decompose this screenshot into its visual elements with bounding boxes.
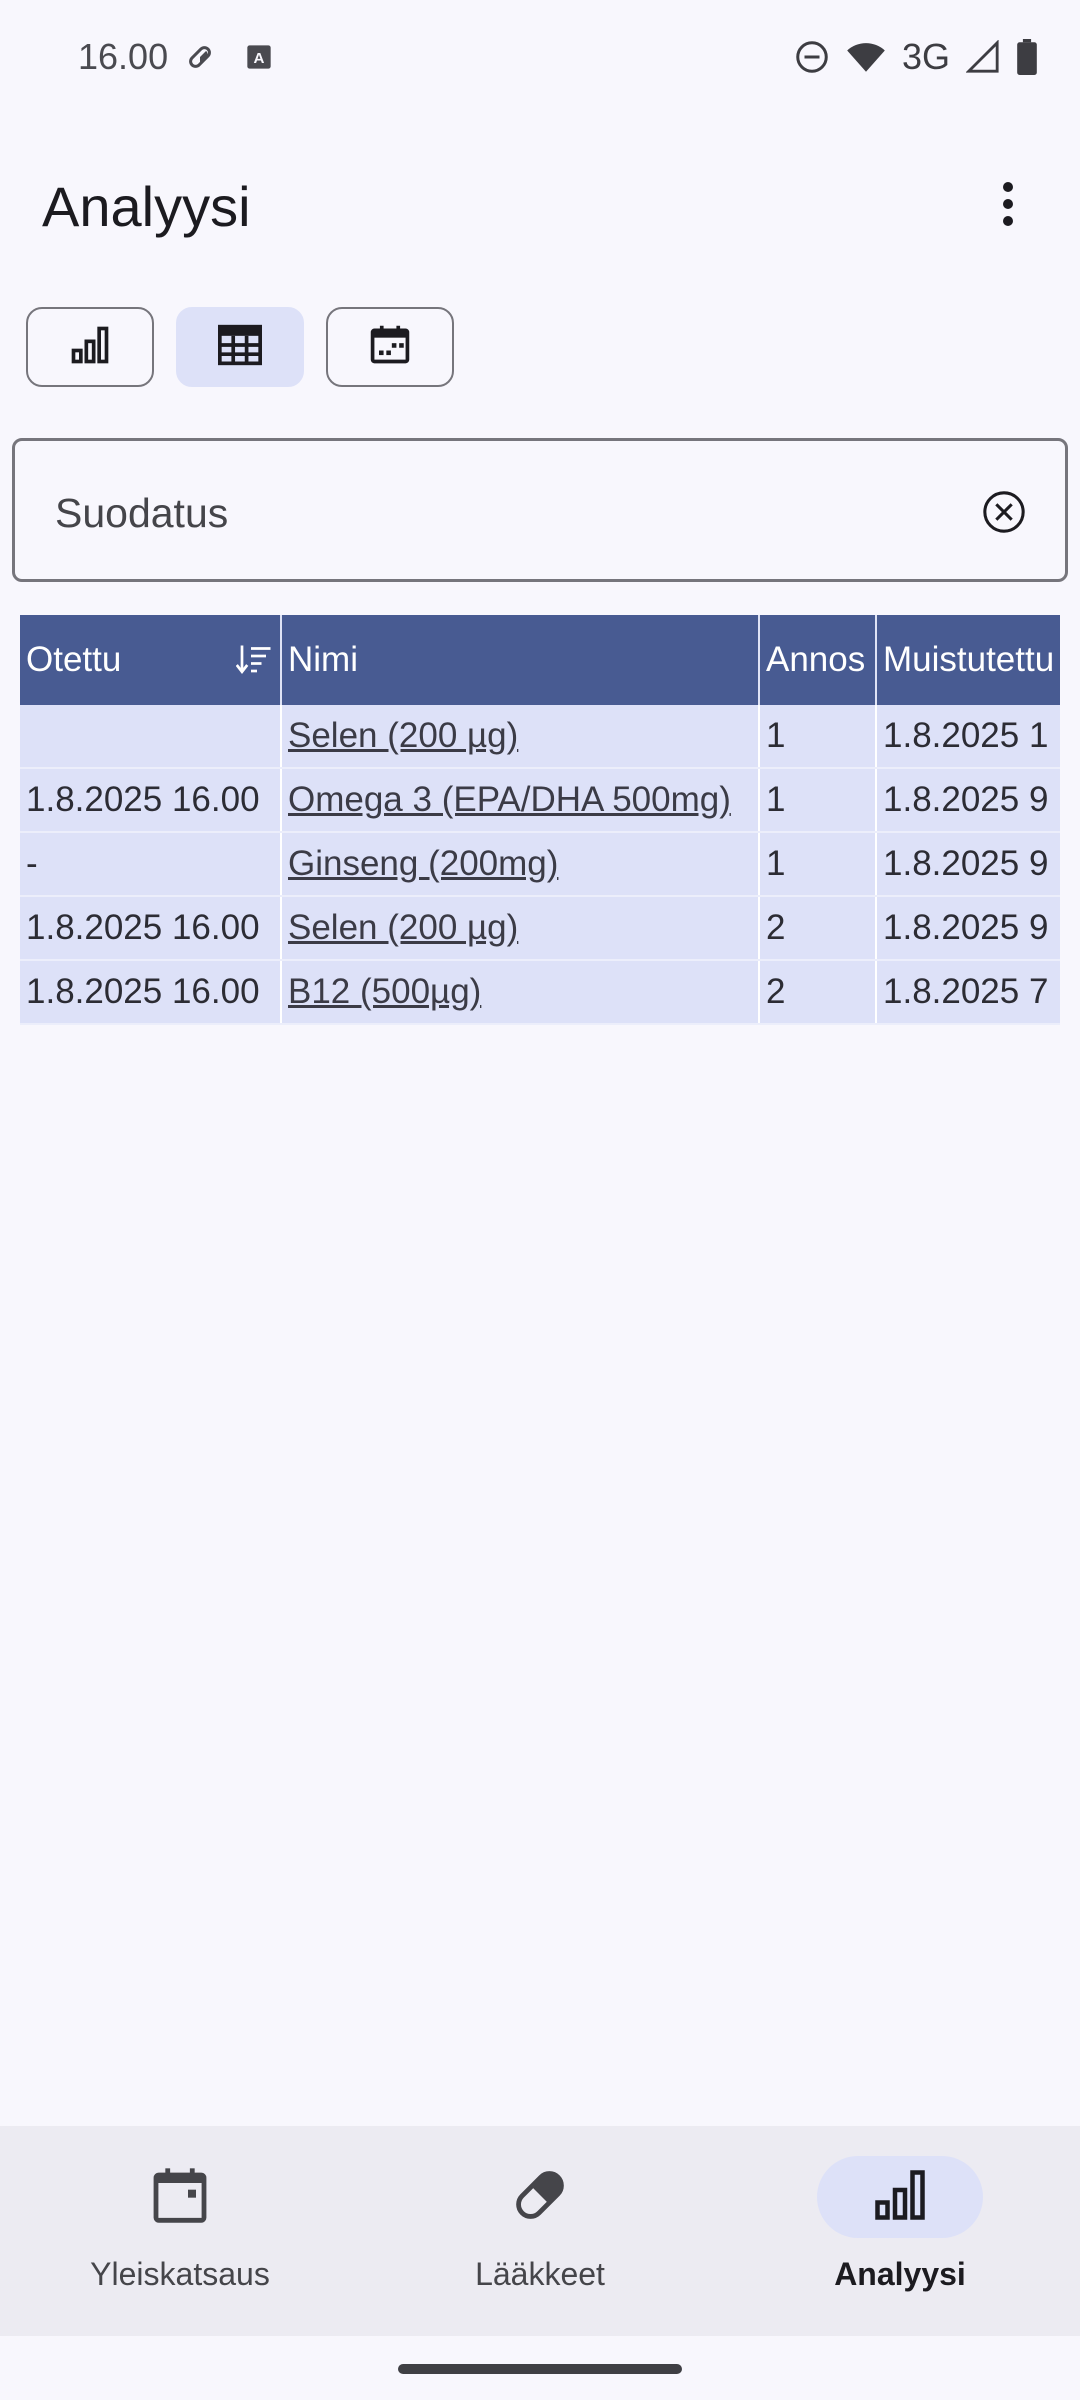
bar-chart-icon [870,2165,930,2230]
more-vert-icon[interactable] [978,174,1038,234]
cell-taken: - [20,832,282,897]
text-app-icon: A [245,43,273,76]
cell-taken: 1.8.2025 16.00 [20,960,282,1025]
gesture-handle[interactable] [398,2364,682,2374]
table-row: 1.8.2025 16.00 Selen (200 µg) 2 1.8.2025… [20,896,1060,961]
calendar-view-button[interactable] [326,307,454,387]
nav-item-analyysi[interactable]: Analyysi [720,2126,1080,2336]
cell-taken [20,705,282,769]
nav-label: Yleiskatsaus [90,2256,270,2292]
calendar-icon [368,323,412,372]
column-header-otettu[interactable]: Otettu [20,615,282,705]
cell-dose: 1 [759,705,877,769]
table-header-row: Otettu Nimi Annos Muistutettu [20,615,1060,705]
bar-chart-icon [68,323,112,372]
cell-reminded: 1.8.2025 9 [876,768,1060,833]
table-row: Selen (200 µg) 1 1.8.2025 1 [20,705,1060,769]
column-header-annos[interactable]: Annos [759,615,877,705]
svg-text:A: A [254,50,265,67]
battery-icon [1016,39,1038,75]
cell-reminded: 1.8.2025 7 [876,960,1060,1025]
table-row: 1.8.2025 16.00 B12 (500µg) 2 1.8.2025 7 [20,960,1060,1025]
column-header-muistutettu[interactable]: Muistutettu [876,615,1060,705]
filter-field [12,438,1068,582]
bottom-navigation: Yleiskatsaus Lääkkeet Analyysi [0,2126,1080,2336]
cell-dose: 1 [759,768,877,833]
cell-taken: 1.8.2025 16.00 [20,768,282,833]
column-header-nimi[interactable]: Nimi [281,615,760,705]
network-type: 3G [901,36,950,77]
medicine-link[interactable]: B12 (500µg) [288,972,481,1011]
cell-dose: 1 [759,832,877,897]
filter-input[interactable] [53,477,937,549]
cell-taken: 1.8.2025 16.00 [20,896,282,961]
table-row: - Ginseng (200mg) 1 1.8.2025 9 [20,832,1060,897]
chart-view-button[interactable] [26,307,154,387]
page-title: Analyysi [42,175,251,238]
pill-icon [508,2163,572,2232]
cell-dose: 2 [759,960,877,1025]
dnd-icon [794,39,830,75]
signal-icon [966,40,1000,74]
medicine-link[interactable]: Omega 3 (EPA/DHA 500mg) [288,780,731,819]
view-toggle-group [26,307,454,387]
medicine-link[interactable]: Selen (200 µg) [288,716,518,755]
nav-item-laakkeet[interactable]: Lääkkeet [360,2126,720,2336]
nav-item-yleiskatsaus[interactable]: Yleiskatsaus [0,2126,360,2336]
column-header-label: Otettu [26,640,122,679]
nav-label: Lääkkeet [475,2256,605,2292]
sort-descending-icon[interactable] [235,643,272,684]
wifi-icon [846,39,886,75]
app-bar: Analyysi [0,150,1080,260]
cell-reminded: 1.8.2025 9 [876,896,1060,961]
medicine-link[interactable]: Ginseng (200mg) [288,844,558,883]
nav-label: Analyysi [834,2256,966,2292]
table-view-button[interactable] [176,307,304,387]
status-bar: 16.00 A 3G [0,0,1080,118]
cell-dose: 2 [759,896,877,961]
table-row: 1.8.2025 16.00 Omega 3 (EPA/DHA 500mg) 1… [20,768,1060,833]
data-table: Otettu Nimi Annos Muistutettu Selen (200… [20,615,1060,1027]
cell-reminded: 1.8.2025 1 [876,705,1060,769]
cell-reminded: 1.8.2025 9 [876,832,1060,897]
pill-icon [185,42,215,77]
medicine-link[interactable]: Selen (200 µg) [288,908,518,947]
status-time: 16.00 [78,36,169,77]
calendar-icon [148,2163,212,2232]
table-icon [216,323,264,372]
clear-icon[interactable] [981,489,1027,535]
